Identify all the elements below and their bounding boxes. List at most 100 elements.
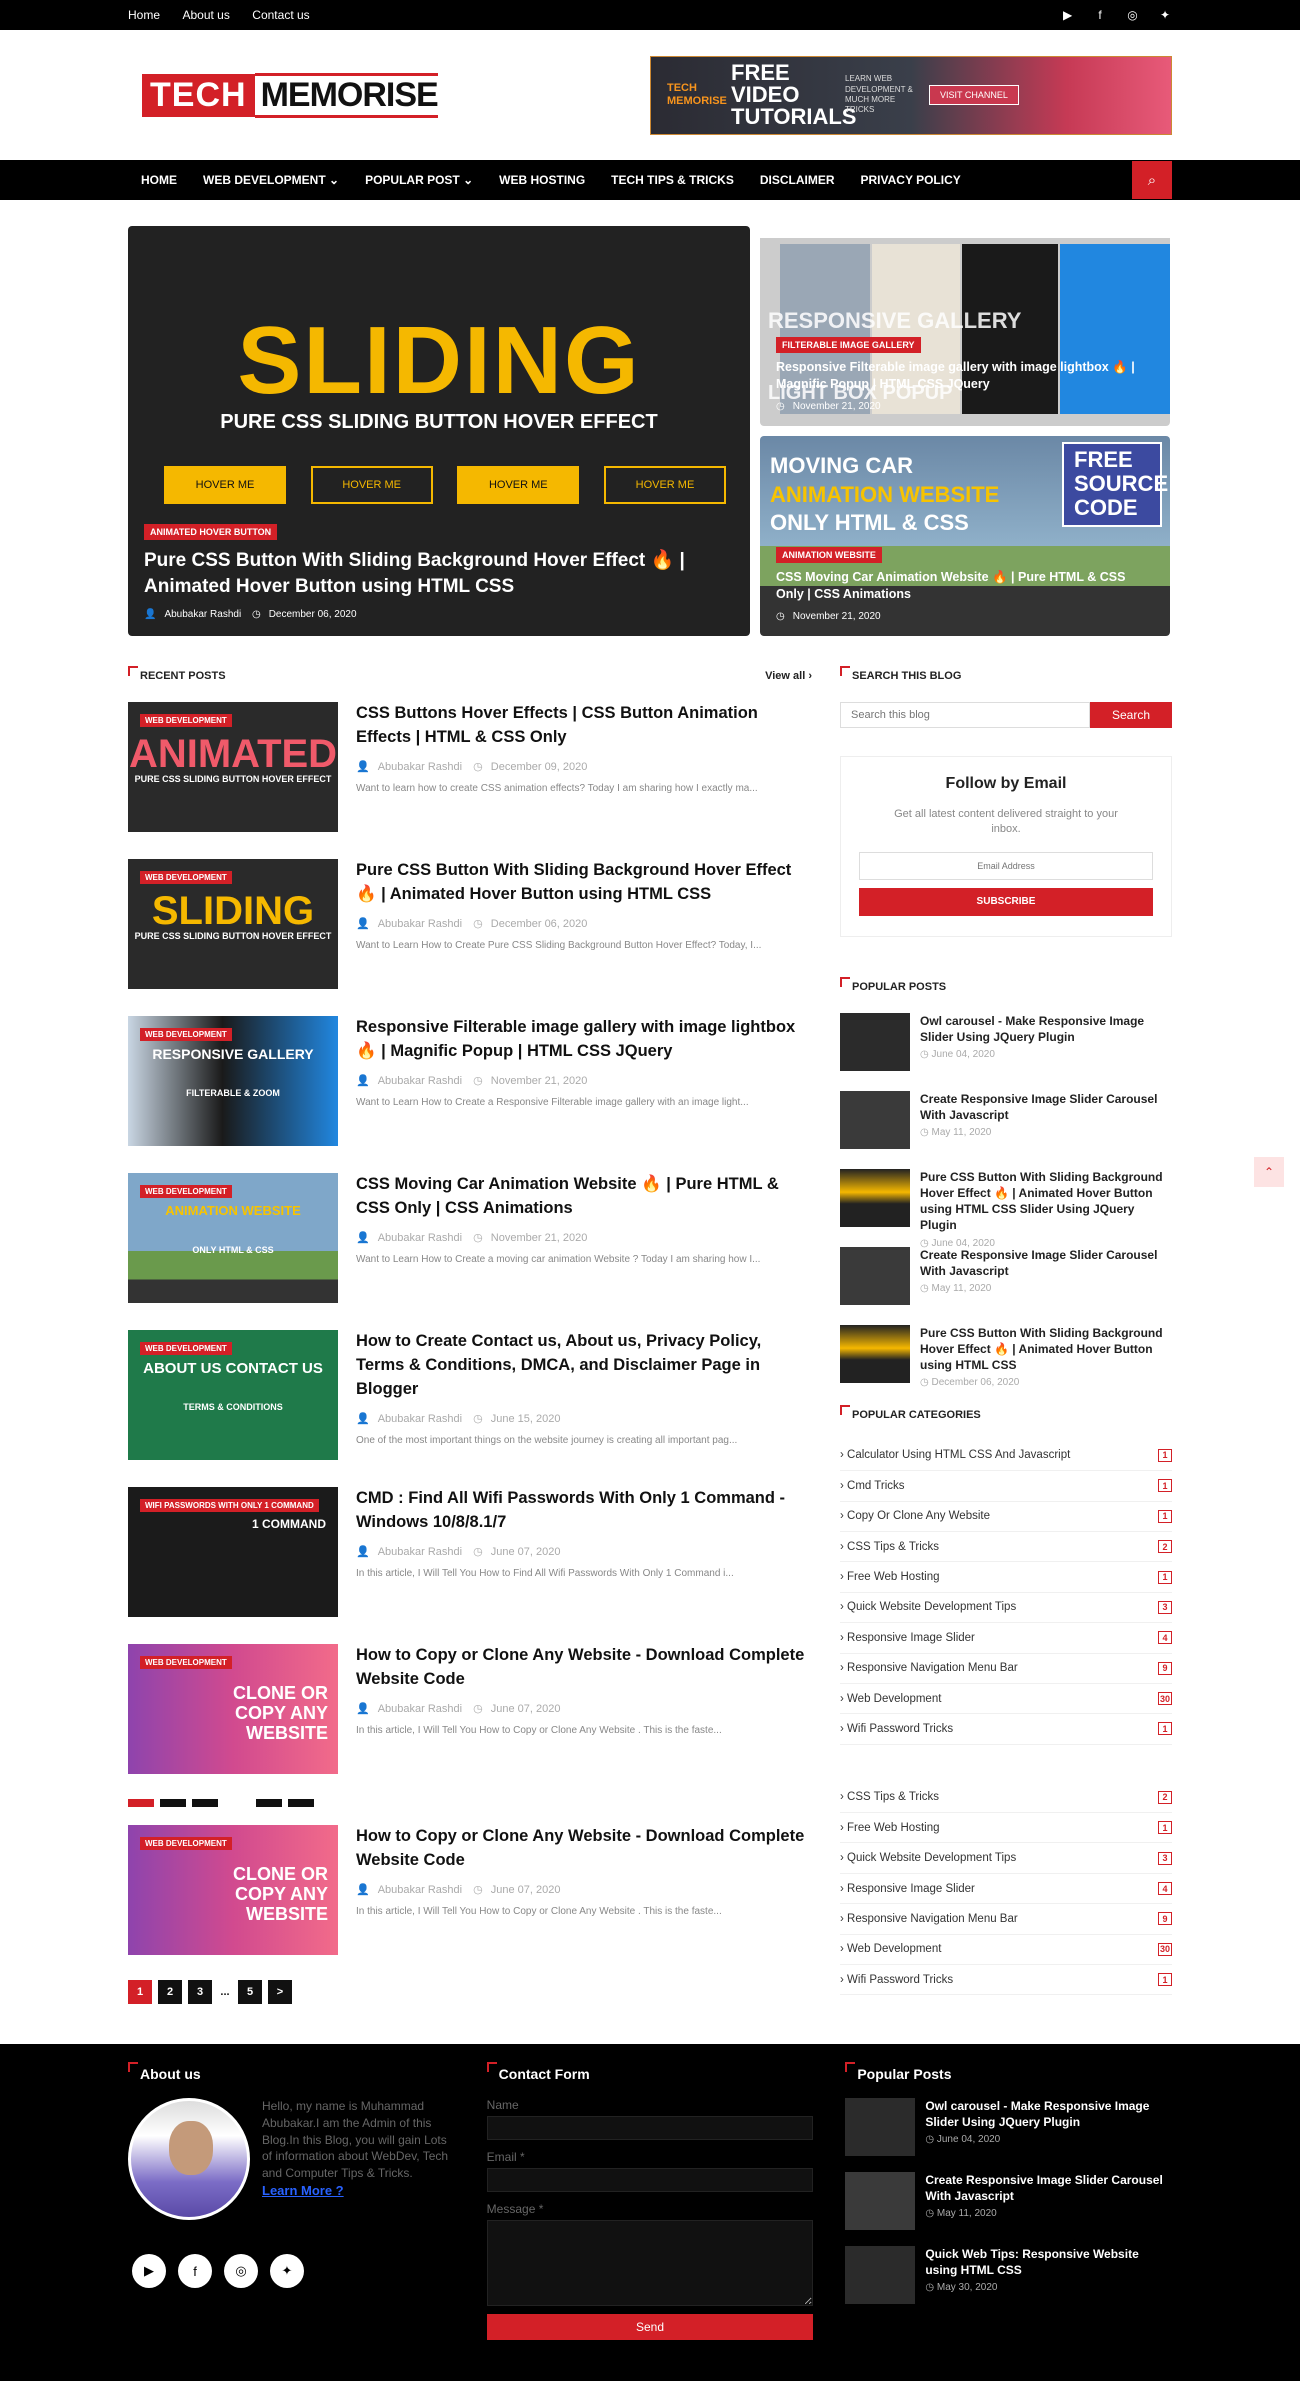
category-item[interactable]: › Free Web Hosting 1 — [840, 1813, 1172, 1844]
send-button[interactable]: Send — [486, 2314, 814, 2340]
page-1[interactable]: 1 — [128, 1980, 152, 2004]
popular-thumbnail[interactable] — [840, 1168, 910, 1227]
view-all-link[interactable]: View all › — [765, 670, 812, 682]
popular-title[interactable]: Quick Web Tips: Responsive Website using… — [925, 2246, 1172, 2278]
youtube-icon[interactable]: ▶ — [1061, 8, 1075, 22]
twitter-icon[interactable]: ✦ — [1158, 8, 1172, 22]
carousel-dot[interactable] — [128, 1799, 154, 1807]
instagram-icon[interactable]: ◎ — [224, 2254, 258, 2288]
category-badge[interactable]: ANIMATION WEBSITE — [776, 547, 882, 564]
search-button[interactable]: Search — [1090, 702, 1172, 728]
category-badge[interactable]: WEB DEVELOPMENT — [140, 1028, 232, 1041]
post-thumbnail[interactable]: WEB DEVELOPMENT ANIMATED PURE CSS SLIDIN… — [128, 702, 338, 832]
nav-tech-tips[interactable]: TECH TIPS & TRICKS — [611, 173, 734, 187]
popular-thumbnail[interactable] — [840, 1090, 910, 1149]
popular-title[interactable]: Owl carousel - Make Responsive Image Sli… — [920, 1013, 1172, 1045]
nav-disclaimer[interactable]: DISCLAIMER — [760, 173, 835, 187]
back-to-top-button[interactable]: ⌃ — [1254, 1157, 1284, 1187]
category-item[interactable]: › Wifi Password Tricks 1 — [840, 1965, 1172, 1996]
post-thumbnail[interactable]: WEB DEVELOPMENT SLIDING PURE CSS SLIDING… — [128, 859, 338, 989]
post-thumbnail[interactable]: WEB DEVELOPMENT CLONE OR COPY ANY WEBSIT… — [128, 1644, 338, 1774]
category-item[interactable]: › Calculator Using HTML CSS And Javascri… — [840, 1441, 1172, 1472]
facebook-icon[interactable]: f — [1093, 8, 1107, 22]
post-title[interactable]: How to Copy or Clone Any Website - Downl… — [356, 1644, 812, 1692]
post-thumbnail[interactable]: WIFI PASSWORDS WITH ONLY 1 COMMAND 1 COM… — [128, 1487, 338, 1617]
carousel-dot[interactable] — [288, 1799, 314, 1807]
category-item[interactable]: › Quick Website Development Tips 3 — [840, 1843, 1172, 1874]
popular-thumbnail[interactable] — [840, 1246, 910, 1305]
carousel-dot[interactable] — [192, 1799, 218, 1807]
email-field[interactable] — [859, 851, 1153, 880]
learn-more-link[interactable]: Learn More ? — [262, 2182, 455, 2200]
category-item[interactable]: › Web Development 30 — [840, 1684, 1172, 1715]
category-badge[interactable]: WEB DEVELOPMENT — [140, 871, 232, 884]
nav-home[interactable]: HOME — [141, 173, 177, 187]
popular-thumbnail[interactable] — [840, 1324, 910, 1383]
category-item[interactable]: › CSS Tips & Tricks 2 — [840, 1783, 1172, 1814]
youtube-icon[interactable]: ▶ — [132, 2254, 166, 2288]
carousel-dot[interactable] — [256, 1799, 282, 1807]
featured-title[interactable]: Pure CSS Button With Sliding Background … — [144, 548, 734, 601]
post-thumbnail[interactable]: WEB DEVELOPMENT CLONE OR COPY ANY WEBSIT… — [128, 1825, 338, 1955]
post-title[interactable]: CMD : Find All Wifi Passwords With Only … — [356, 1487, 812, 1535]
category-badge[interactable]: WEB DEVELOPMENT — [140, 714, 232, 727]
popular-post-item[interactable]: Create Responsive Image Slider Carousel … — [840, 1246, 1172, 1305]
featured-side-1[interactable]: RESPONSIVE GALLERY LIGHT BOX POPUP FILTE… — [760, 226, 1170, 426]
category-badge[interactable]: WEB DEVELOPMENT — [140, 1656, 232, 1669]
category-item[interactable]: › Web Development 30 — [840, 1935, 1172, 1966]
side-title[interactable]: Responsive Filterable image gallery with… — [776, 359, 1154, 393]
popular-title[interactable]: Pure CSS Button With Sliding Background … — [920, 1169, 1172, 1234]
contact-email-field[interactable] — [486, 2168, 814, 2192]
search-input[interactable] — [840, 702, 1090, 728]
post-thumbnail[interactable]: WEB DEVELOPMENT ABOUT US CONTACT US TERM… — [128, 1330, 338, 1460]
page-3[interactable]: 3 — [188, 1980, 212, 2004]
page-2[interactable]: 2 — [158, 1980, 182, 2004]
featured-main[interactable]: SLIDING PURE CSS SLIDING BUTTON HOVER EF… — [128, 226, 750, 636]
popular-title[interactable]: Create Responsive Image Slider Carousel … — [920, 1247, 1172, 1279]
popular-thumbnail[interactable] — [845, 2098, 916, 2156]
category-item[interactable]: › Free Web Hosting 1 — [840, 1562, 1172, 1593]
popular-title[interactable]: Create Responsive Image Slider Carousel … — [925, 2172, 1172, 2204]
popular-post-item[interactable]: Pure CSS Button With Sliding Background … — [840, 1324, 1172, 1388]
category-item[interactable]: › Responsive Navigation Menu Bar 9 — [840, 1904, 1172, 1935]
category-badge[interactable]: WEB DEVELOPMENT — [140, 1185, 232, 1198]
top-link-about[interactable]: About us — [182, 8, 229, 22]
nav-web-development[interactable]: WEB DEVELOPMENT ⌄ — [203, 173, 339, 187]
popular-thumbnail[interactable] — [845, 2246, 916, 2304]
nav-search-button[interactable]: ⌕ — [1132, 161, 1172, 199]
post-title[interactable]: How to Copy or Clone Any Website - Downl… — [356, 1825, 812, 1873]
popular-thumbnail[interactable] — [845, 2172, 916, 2230]
popular-post-item[interactable]: Owl carousel - Make Responsive Image Sli… — [840, 1012, 1172, 1071]
category-badge[interactable]: FILTERABLE IMAGE GALLERY — [776, 337, 921, 354]
post-title[interactable]: Pure CSS Button With Sliding Background … — [356, 859, 812, 907]
page-5[interactable]: 5 — [238, 1980, 262, 2004]
facebook-icon[interactable]: f — [178, 2254, 212, 2288]
post-title[interactable]: How to Create Contact us, About us, Priv… — [356, 1330, 812, 1402]
carousel-dot[interactable] — [224, 1799, 250, 1807]
category-item[interactable]: › Responsive Image Slider 4 — [840, 1874, 1172, 1905]
page-next[interactable]: > — [268, 1980, 292, 2004]
popular-title[interactable]: Create Responsive Image Slider Carousel … — [920, 1091, 1172, 1123]
top-link-home[interactable]: Home — [128, 8, 160, 22]
category-badge[interactable]: ANIMATED HOVER BUTTON — [144, 523, 278, 540]
side-title[interactable]: CSS Moving Car Animation Website 🔥 | Pur… — [776, 569, 1154, 603]
popular-post-item[interactable]: Pure CSS Button With Sliding Background … — [840, 1168, 1172, 1249]
post-thumbnail[interactable]: WEB DEVELOPMENT RESPONSIVE GALLERY FILTE… — [128, 1016, 338, 1146]
site-logo[interactable]: TECH MEMORISE — [142, 72, 439, 118]
category-badge[interactable]: WIFI PASSWORDS WITH ONLY 1 COMMAND — [140, 1499, 319, 1512]
header-ad-banner[interactable]: TECH MEMORISE FREE VIDEO TUTORIALS LEARN… — [650, 55, 1172, 135]
popular-post-item[interactable]: Quick Web Tips: Responsive Website using… — [845, 2246, 1172, 2304]
post-thumbnail[interactable]: WEB DEVELOPMENT ANIMATION WEBSITE ONLY H… — [128, 1173, 338, 1303]
post-title[interactable]: CSS Moving Car Animation Website 🔥 | Pur… — [356, 1173, 812, 1221]
category-badge[interactable]: WEB DEVELOPMENT — [140, 1342, 232, 1355]
nav-web-hosting[interactable]: WEB HOSTING — [499, 173, 585, 187]
post-title[interactable]: Responsive Filterable image gallery with… — [356, 1016, 812, 1064]
popular-title[interactable]: Owl carousel - Make Responsive Image Sli… — [925, 2098, 1172, 2130]
featured-side-2[interactable]: MOVING CAR ANIMATION WEBSITE ONLY HTML & C… — [760, 436, 1170, 636]
category-item[interactable]: › Wifi Password Tricks 1 — [840, 1714, 1172, 1745]
category-item[interactable]: › Responsive Navigation Menu Bar 9 — [840, 1654, 1172, 1684]
category-item[interactable]: › Responsive Image Slider 4 — [840, 1623, 1172, 1654]
category-item[interactable]: › Quick Website Development Tips 3 — [840, 1593, 1172, 1624]
banner-cta[interactable]: VISIT CHANNEL — [929, 85, 1019, 105]
popular-post-item[interactable]: Create Responsive Image Slider Carousel … — [845, 2172, 1172, 2230]
